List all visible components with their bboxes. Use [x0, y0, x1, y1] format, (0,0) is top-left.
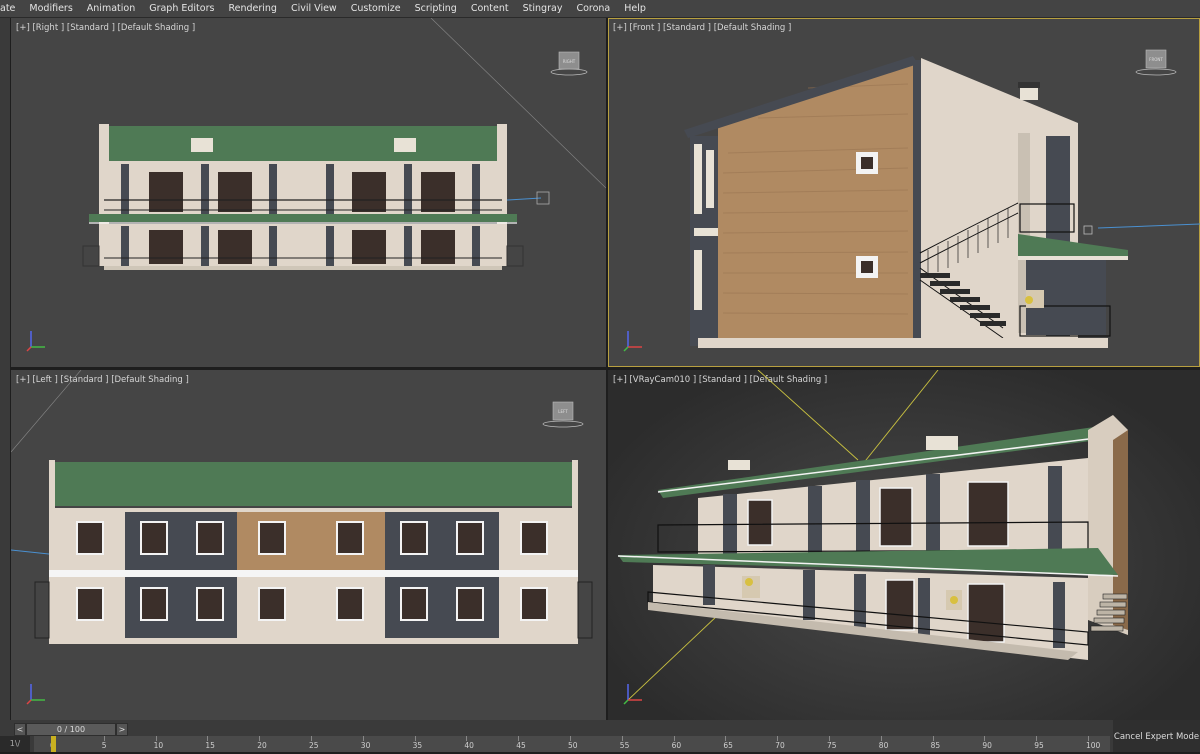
ruler-tick-label: 95 [1034, 741, 1044, 750]
camera-perspective-drawing [617, 370, 1128, 701]
ruler-tick-label: 90 [982, 741, 992, 750]
viewport-left[interactable]: [+] [Left ] [Standard ] [Default Shading… [11, 370, 606, 720]
right-elevation-drawing [82, 18, 606, 270]
axis-gizmo-icon [623, 331, 642, 352]
ruler-tick-label: 40 [464, 741, 474, 750]
menu-customize[interactable]: Customize [344, 0, 408, 17]
ruler-tick-label: 65 [723, 741, 733, 750]
front-elevation-drawing [684, 56, 1200, 348]
ruler-tick-label: 15 [205, 741, 215, 750]
ruler-tick-label: 35 [412, 741, 423, 750]
ruler-tick-label: 5 [101, 741, 107, 750]
menu-content[interactable]: Content [464, 0, 516, 17]
menu-scripting[interactable]: Scripting [408, 0, 464, 17]
menu-ate[interactable]: ate [0, 0, 22, 17]
ruler-tick-label: 20 [257, 741, 267, 750]
menu-corona[interactable]: Corona [569, 0, 617, 17]
menu-animation[interactable]: Animation [80, 0, 142, 17]
ruler-tick-label: 75 [827, 741, 837, 750]
ruler-tick-label: 25 [309, 741, 319, 750]
timeline-area: < 0 / 100 > 1\/ 051015202530354045505560… [0, 720, 1200, 752]
ruler-tick-label: 55 [619, 741, 630, 750]
track-bar-ruler[interactable]: 0510152025303540455055606570758085909510… [34, 736, 1110, 752]
next-frame-button[interactable]: > [116, 723, 128, 736]
ruler-tick-label: 60 [671, 741, 682, 750]
viewport-camera[interactable]: [+] [VRayCam010 ] [Standard ] [Default S… [608, 370, 1200, 720]
ruler-tick-label: 10 [153, 741, 164, 750]
left-command-strip [0, 18, 10, 720]
menu-graph-editors[interactable]: Graph Editors [142, 0, 221, 17]
menu-stingray[interactable]: Stingray [516, 0, 570, 17]
ruler-tick-label: 80 [878, 741, 889, 750]
cancel-expert-mode-button[interactable]: Cancel Expert Mode [1113, 720, 1200, 752]
menu-help[interactable]: Help [617, 0, 653, 17]
axis-gizmo-icon [26, 684, 45, 705]
ruler-tick-label: 30 [360, 741, 371, 750]
maxscript-listener[interactable]: 1\/ [0, 736, 30, 752]
axis-gizmo-icon [26, 331, 45, 352]
viewport-front[interactable]: [+] [Front ] [Standard ] [Default Shadin… [608, 18, 1200, 367]
time-slider[interactable]: 0 / 100 [26, 723, 116, 736]
ruler-tick-label: 85 [930, 741, 941, 750]
ruler-tick-label: 100 [1086, 741, 1101, 750]
prev-frame-button[interactable]: < [14, 723, 26, 736]
ruler-tick-label: 50 [568, 741, 578, 750]
ruler-tick-label: 70 [775, 741, 785, 750]
time-slider-handle[interactable] [51, 736, 56, 752]
axis-gizmo-icon [623, 684, 642, 705]
menu-modifiers[interactable]: Modifiers [22, 0, 79, 17]
ruler-tick-label: 45 [516, 741, 526, 750]
viewport-right[interactable]: [+] [Right ] [Standard ] [Default Shadin… [11, 18, 606, 367]
menu-bar: ate Modifiers Animation Graph Editors Render… [0, 0, 1200, 18]
menu-rendering[interactable]: Rendering [221, 0, 284, 17]
left-elevation-drawing [11, 370, 593, 644]
menu-civil-view[interactable]: Civil View [284, 0, 344, 17]
